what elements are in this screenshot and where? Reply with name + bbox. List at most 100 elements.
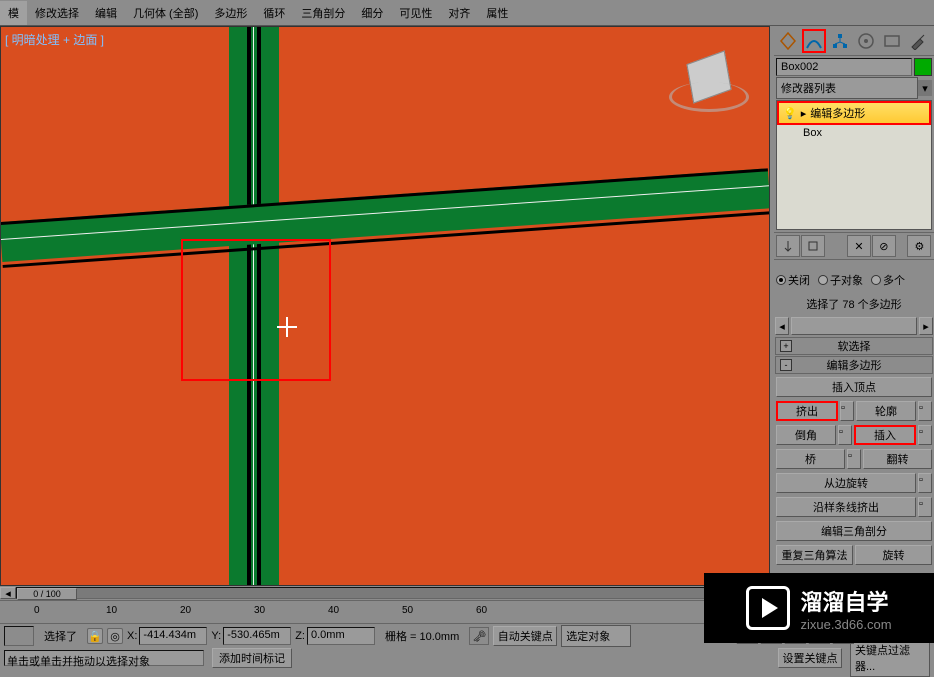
radio-icon	[871, 275, 881, 285]
z-coord-input[interactable]: 0.0mm	[307, 627, 375, 645]
scroll-track[interactable]	[791, 317, 917, 335]
edit-tri-button[interactable]: 编辑三角剖分	[776, 521, 932, 541]
set-key-button[interactable]: 设置关键点	[778, 648, 842, 668]
configure-sets-button[interactable]: ⚙	[907, 235, 931, 257]
create-tab-icon[interactable]	[776, 29, 800, 53]
script-listener[interactable]	[4, 626, 34, 646]
timeline[interactable]: ◂ 0 / 100 ▸	[0, 586, 770, 600]
viewport-label[interactable]: [ 明暗处理 + 边面 ]	[5, 31, 104, 48]
grid-label: 栅格 = 10.0mm	[379, 626, 465, 646]
lock-icon[interactable]: 🔒	[87, 628, 103, 644]
display-tab-icon[interactable]	[880, 29, 904, 53]
from-edge-rotate-settings-button[interactable]: ▫	[918, 473, 932, 493]
status-hint-text: 单击或单击并拖动以选择对象	[4, 650, 204, 666]
time-slider-track[interactable]: 0 / 100	[16, 587, 754, 599]
rollout-label: 编辑多边形	[827, 357, 882, 373]
inset-button[interactable]: 插入	[854, 425, 916, 445]
ruler-tick: 0	[34, 605, 40, 616]
modifier-stack-item-box[interactable]: Box	[777, 125, 931, 141]
outline-button[interactable]: 轮廓	[856, 401, 916, 421]
radio-label: 关闭	[788, 272, 810, 288]
bridge-button[interactable]: 桥	[776, 449, 845, 469]
rollout-soft-selection[interactable]: + 软选择	[775, 337, 933, 355]
modifier-list-dropdown[interactable]: 修改器列表	[776, 77, 918, 99]
selection-mode-off[interactable]: 关闭	[776, 272, 810, 288]
menu-bar: 模 修改选择 编辑 几何体 (全部) 多边形 循环 三角剖分 细分 可见性 对齐…	[0, 0, 934, 26]
insert-vertex-button[interactable]: 插入顶点	[776, 377, 932, 397]
remove-modifier-button[interactable]: ⊘	[872, 235, 896, 257]
scroll-left-button[interactable]: ◂	[775, 317, 789, 335]
menu-item[interactable]: 细分	[353, 1, 391, 25]
ruler-tick: 50	[402, 605, 413, 616]
x-coord-input[interactable]: -414.434m	[139, 627, 207, 645]
menu-item[interactable]: 三角剖分	[293, 1, 353, 25]
key-icon[interactable]: 🗝	[469, 627, 489, 645]
modify-tab-icon[interactable]	[802, 29, 826, 53]
rollout-toggle-icon[interactable]: -	[780, 359, 792, 371]
selection-mode-row: 关闭 子对象 多个	[774, 268, 934, 292]
menu-item[interactable]: 属性	[478, 1, 516, 25]
scroll-right-button[interactable]: ▸	[919, 317, 933, 335]
selection-mode-subobject[interactable]: 子对象	[818, 272, 863, 288]
bevel-settings-button[interactable]: ▫	[838, 425, 852, 445]
auto-key-button[interactable]: 自动关键点	[493, 626, 557, 646]
make-unique-button[interactable]: ✕	[847, 235, 871, 257]
dropdown-arrow-icon[interactable]: ▾	[918, 80, 932, 96]
extrude-button[interactable]: 挤出	[776, 401, 838, 421]
z-label: Z:	[295, 630, 305, 642]
viewcube[interactable]	[679, 47, 739, 107]
menu-item[interactable]: 模	[0, 1, 27, 25]
menu-item[interactable]: 编辑	[87, 1, 125, 25]
x-label: X:	[127, 630, 137, 642]
hierarchy-tab-icon[interactable]	[828, 29, 852, 53]
menu-item[interactable]: 多边形	[206, 1, 255, 25]
selection-info: 选择了 78 个多边形	[774, 292, 934, 316]
menu-item[interactable]: 修改选择	[27, 1, 87, 25]
model-geometry	[0, 168, 770, 262]
menu-item[interactable]: 循环	[255, 1, 293, 25]
isolate-icon[interactable]: ◎	[107, 628, 123, 644]
retriangulate-button[interactable]: 重复三角算法	[776, 545, 853, 565]
time-slider-handle[interactable]: 0 / 100	[17, 588, 77, 600]
menu-item[interactable]: 对齐	[440, 1, 478, 25]
rollout-toggle-icon[interactable]: +	[780, 340, 792, 352]
flip-button[interactable]: 翻转	[863, 449, 932, 469]
time-prev-button[interactable]: ◂	[0, 587, 16, 599]
radio-label: 多个	[883, 272, 905, 288]
modifier-stack[interactable]: 💡 ▸ 编辑多边形 Box	[776, 100, 932, 230]
viewport[interactable]: [ 明暗处理 + 边面 ]	[0, 26, 770, 586]
y-coord-input[interactable]: -530.465m	[223, 627, 291, 645]
motion-tab-icon[interactable]	[854, 29, 878, 53]
inset-settings-button[interactable]: ▫	[918, 425, 932, 445]
menu-item[interactable]: 可见性	[391, 1, 440, 25]
rotate-button[interactable]: 旋转	[855, 545, 932, 565]
rollout-edit-poly[interactable]: - 编辑多边形	[775, 356, 933, 374]
outline-settings-button[interactable]: ▫	[918, 401, 932, 421]
rollout-label: 软选择	[838, 338, 871, 354]
menu-item[interactable]: 几何体 (全部)	[125, 1, 206, 25]
key-target-dropdown[interactable]: 选定对象	[561, 625, 631, 647]
play-icon	[746, 586, 790, 630]
selection-mode-multi[interactable]: 多个	[871, 272, 905, 288]
expand-icon[interactable]: ▸	[801, 107, 807, 120]
pin-stack-button[interactable]	[776, 235, 800, 257]
bevel-button[interactable]: 倒角	[776, 425, 836, 445]
along-spline-extrude-settings-button[interactable]: ▫	[918, 497, 932, 517]
object-name-input[interactable]: Box002	[776, 58, 912, 76]
bridge-settings-button[interactable]: ▫	[847, 449, 861, 469]
extrude-settings-button[interactable]: ▫	[840, 401, 854, 421]
lightbulb-icon[interactable]: 💡	[783, 107, 797, 120]
object-color-swatch[interactable]	[914, 58, 932, 76]
radio-icon	[818, 275, 828, 285]
ruler-tick: 30	[254, 605, 265, 616]
time-ruler[interactable]: 0 10 20 30 40 50 60	[0, 600, 770, 622]
ruler-tick: 20	[180, 605, 191, 616]
viewcube-ring-icon[interactable]	[669, 82, 749, 112]
modifier-stack-item-edit-poly[interactable]: 💡 ▸ 编辑多边形	[777, 101, 931, 125]
show-result-button[interactable]	[801, 235, 825, 257]
utilities-tab-icon[interactable]	[906, 29, 930, 53]
z-coord-group: Z: 0.0mm	[295, 627, 375, 645]
add-time-tag-button[interactable]: 添加时间标记	[212, 648, 292, 668]
from-edge-rotate-button[interactable]: 从边旋转	[776, 473, 916, 493]
along-spline-extrude-button[interactable]: 沿样条线挤出	[776, 497, 916, 517]
